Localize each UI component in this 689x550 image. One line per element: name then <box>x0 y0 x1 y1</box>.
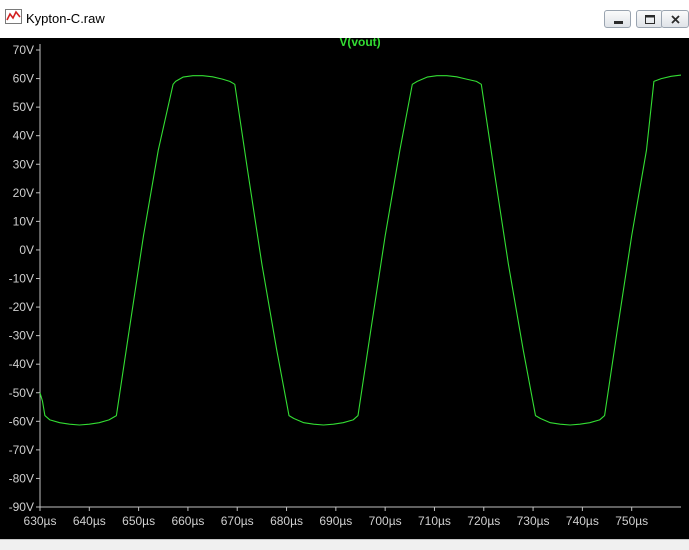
y-tick-label: 60V <box>13 72 34 86</box>
close-icon <box>671 15 680 24</box>
minimize-button[interactable] <box>604 10 631 28</box>
axes <box>39 44 681 508</box>
y-tick-label: -10V <box>9 272 34 286</box>
maximize-icon <box>645 15 655 24</box>
y-tick-label: 20V <box>13 186 34 200</box>
x-tick-label: 630µs <box>24 514 57 528</box>
y-tick-label: 70V <box>13 43 34 57</box>
x-axis-ticks: 630µs 640µs 650µs 660µs 670µs 680µs 690µs 700µs… <box>24 507 648 528</box>
y-tick-label: 0V <box>19 243 34 257</box>
y-tick-label: -30V <box>9 329 34 343</box>
y-tick-label: 50V <box>13 100 34 114</box>
x-tick-label: 690µs <box>319 514 352 528</box>
minimize-icon <box>614 21 623 24</box>
y-tick-label: -50V <box>9 386 34 400</box>
status-strip <box>0 539 689 550</box>
waveform-icon <box>5 9 22 24</box>
y-tick-label: 40V <box>13 129 34 143</box>
y-tick-label: -70V <box>9 443 34 457</box>
x-tick-label: 680µs <box>270 514 303 528</box>
x-tick-label: 710µs <box>418 514 451 528</box>
close-button[interactable] <box>661 10 689 28</box>
waveform-viewer-window: Kypton-C.raw 70V 60V 50V 40V 30V 20V 10V 0V -10V… <box>0 0 689 550</box>
x-tick-label: 720µs <box>467 514 500 528</box>
plot-pane[interactable]: 70V 60V 50V 40V 30V 20V 10V 0V -10V -20V -30V -40V -… <box>0 38 689 539</box>
x-tick-label: 670µs <box>221 514 254 528</box>
y-tick-label: -60V <box>9 414 34 428</box>
x-tick-label: 660µs <box>171 514 204 528</box>
trace-vout <box>39 74 682 426</box>
y-tick-label: -80V <box>9 471 34 485</box>
window-title: Kypton-C.raw <box>26 11 105 26</box>
maximize-button[interactable] <box>636 10 663 28</box>
y-tick-label: 30V <box>13 157 34 171</box>
y-tick-label: 10V <box>13 214 34 228</box>
title-bar[interactable]: Kypton-C.raw <box>0 0 689 39</box>
x-tick-label: 700µs <box>369 514 402 528</box>
trace-title[interactable]: V(vout) <box>339 38 380 49</box>
waveform-chart[interactable]: 70V 60V 50V 40V 30V 20V 10V 0V -10V -20V -30V -40V -… <box>0 38 689 539</box>
y-axis-ticks: 70V 60V 50V 40V 30V 20V 10V 0V -10V -20V -30V -40V -… <box>9 43 40 514</box>
y-tick-label: -20V <box>9 300 34 314</box>
x-tick-label: 750µs <box>615 514 648 528</box>
x-tick-label: 730µs <box>517 514 550 528</box>
x-tick-label: 740µs <box>566 514 599 528</box>
x-tick-label: 650µs <box>122 514 155 528</box>
x-tick-label: 640µs <box>73 514 106 528</box>
trace-layer <box>39 74 682 426</box>
y-tick-label: -90V <box>9 500 34 514</box>
y-tick-label: -40V <box>9 357 34 371</box>
